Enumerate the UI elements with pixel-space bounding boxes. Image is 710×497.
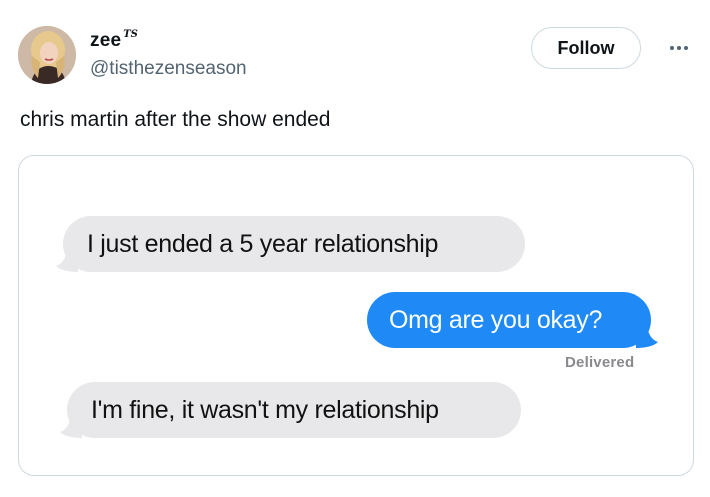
more-dot xyxy=(684,46,688,50)
avatar[interactable] xyxy=(18,26,76,84)
message-text: I just ended a 5 year relationship xyxy=(87,229,439,258)
incoming-message-bubble: I'm fine, it wasn't my relationship xyxy=(60,382,521,438)
tweet-text: chris martin after the show ended xyxy=(20,108,331,131)
message-text: Omg are you okay? xyxy=(389,305,603,334)
message-text: I'm fine, it wasn't my relationship xyxy=(91,395,439,424)
follow-button[interactable]: Follow xyxy=(531,27,641,69)
more-options-icon[interactable] xyxy=(664,36,694,60)
more-dot xyxy=(677,46,681,50)
outgoing-message-bubble: Omg are you okay? xyxy=(367,292,658,348)
bubble-tail-icon xyxy=(60,418,82,438)
bubble-tail-icon xyxy=(636,328,658,348)
more-dot xyxy=(670,46,674,50)
bubble-tail-icon xyxy=(56,252,78,272)
incoming-message-bubble: I just ended a 5 year relationship xyxy=(56,216,525,272)
author-handle[interactable]: @tisthezenseason xyxy=(90,58,247,80)
author-name-row[interactable]: zee TS xyxy=(90,29,138,52)
tweet-image[interactable]: I just ended a 5 year relationship Omg a… xyxy=(18,155,694,476)
name-badge: TS xyxy=(123,29,138,40)
display-name[interactable]: zee xyxy=(90,30,121,52)
delivered-status: Delivered xyxy=(565,354,635,371)
